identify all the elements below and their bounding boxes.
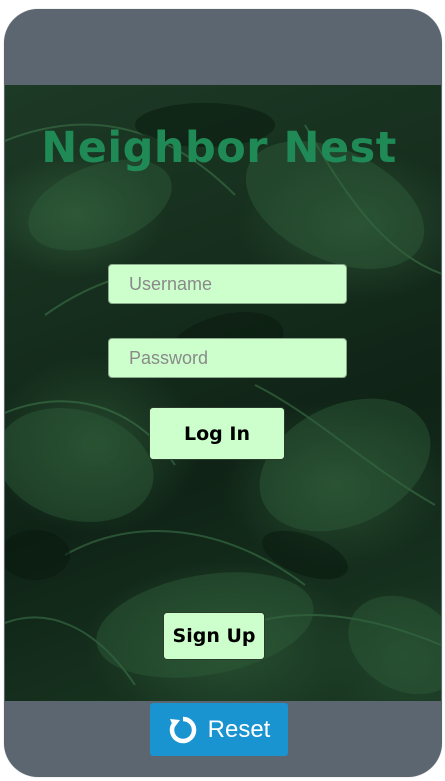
log-in-button[interactable]: Log In — [149, 407, 285, 460]
sign-up-button[interactable]: Sign Up — [163, 612, 265, 660]
username-input[interactable] — [108, 264, 347, 304]
monstera-leaves-background — [5, 103, 441, 695]
app-title: Neighbor Nest — [41, 123, 397, 173]
reset-label: Reset — [207, 715, 271, 743]
app-screen: Neighbor Nest Log In Sign Up — [5, 85, 441, 701]
refresh-icon — [169, 716, 196, 743]
password-input[interactable] — [108, 338, 347, 378]
reset-button[interactable]: Reset — [150, 703, 288, 756]
device-frame: Neighbor Nest Log In Sign Up — [4, 9, 442, 777]
